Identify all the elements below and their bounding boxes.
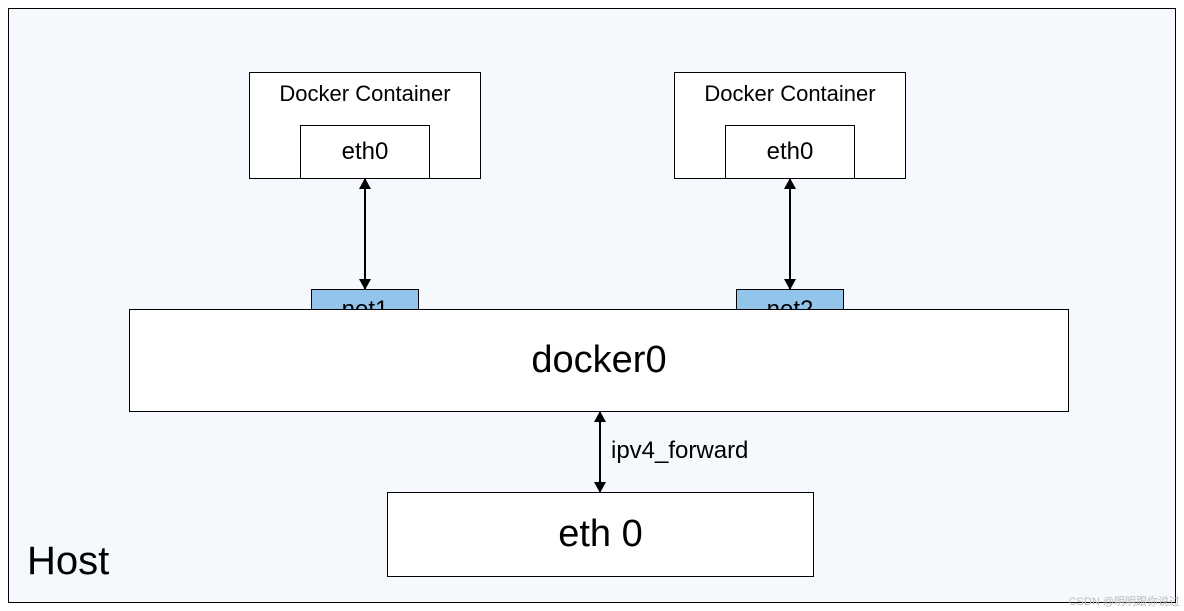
host-eth0: eth 0: [387, 492, 814, 577]
ipv4-forward-label: ipv4_forward: [611, 437, 748, 465]
docker-container-1: Docker Container eth0: [249, 72, 481, 179]
container-2-label: Docker Container: [675, 81, 905, 107]
host-container: Host Docker Container eth0 Docker Contai…: [8, 8, 1176, 603]
container-1-label: Docker Container: [250, 81, 480, 107]
arrow-container2-to-net2: [789, 179, 791, 289]
container-1-eth: eth0: [300, 125, 430, 179]
host-label: Host: [27, 539, 109, 584]
watermark: CSDN @明明跟你说过: [1069, 593, 1180, 609]
docker0-bridge: docker0: [129, 309, 1069, 412]
arrow-container1-to-net1: [364, 179, 366, 289]
arrow-docker0-to-eth0: [599, 412, 601, 492]
container-2-eth: eth0: [725, 125, 855, 179]
docker-container-2: Docker Container eth0: [674, 72, 906, 179]
